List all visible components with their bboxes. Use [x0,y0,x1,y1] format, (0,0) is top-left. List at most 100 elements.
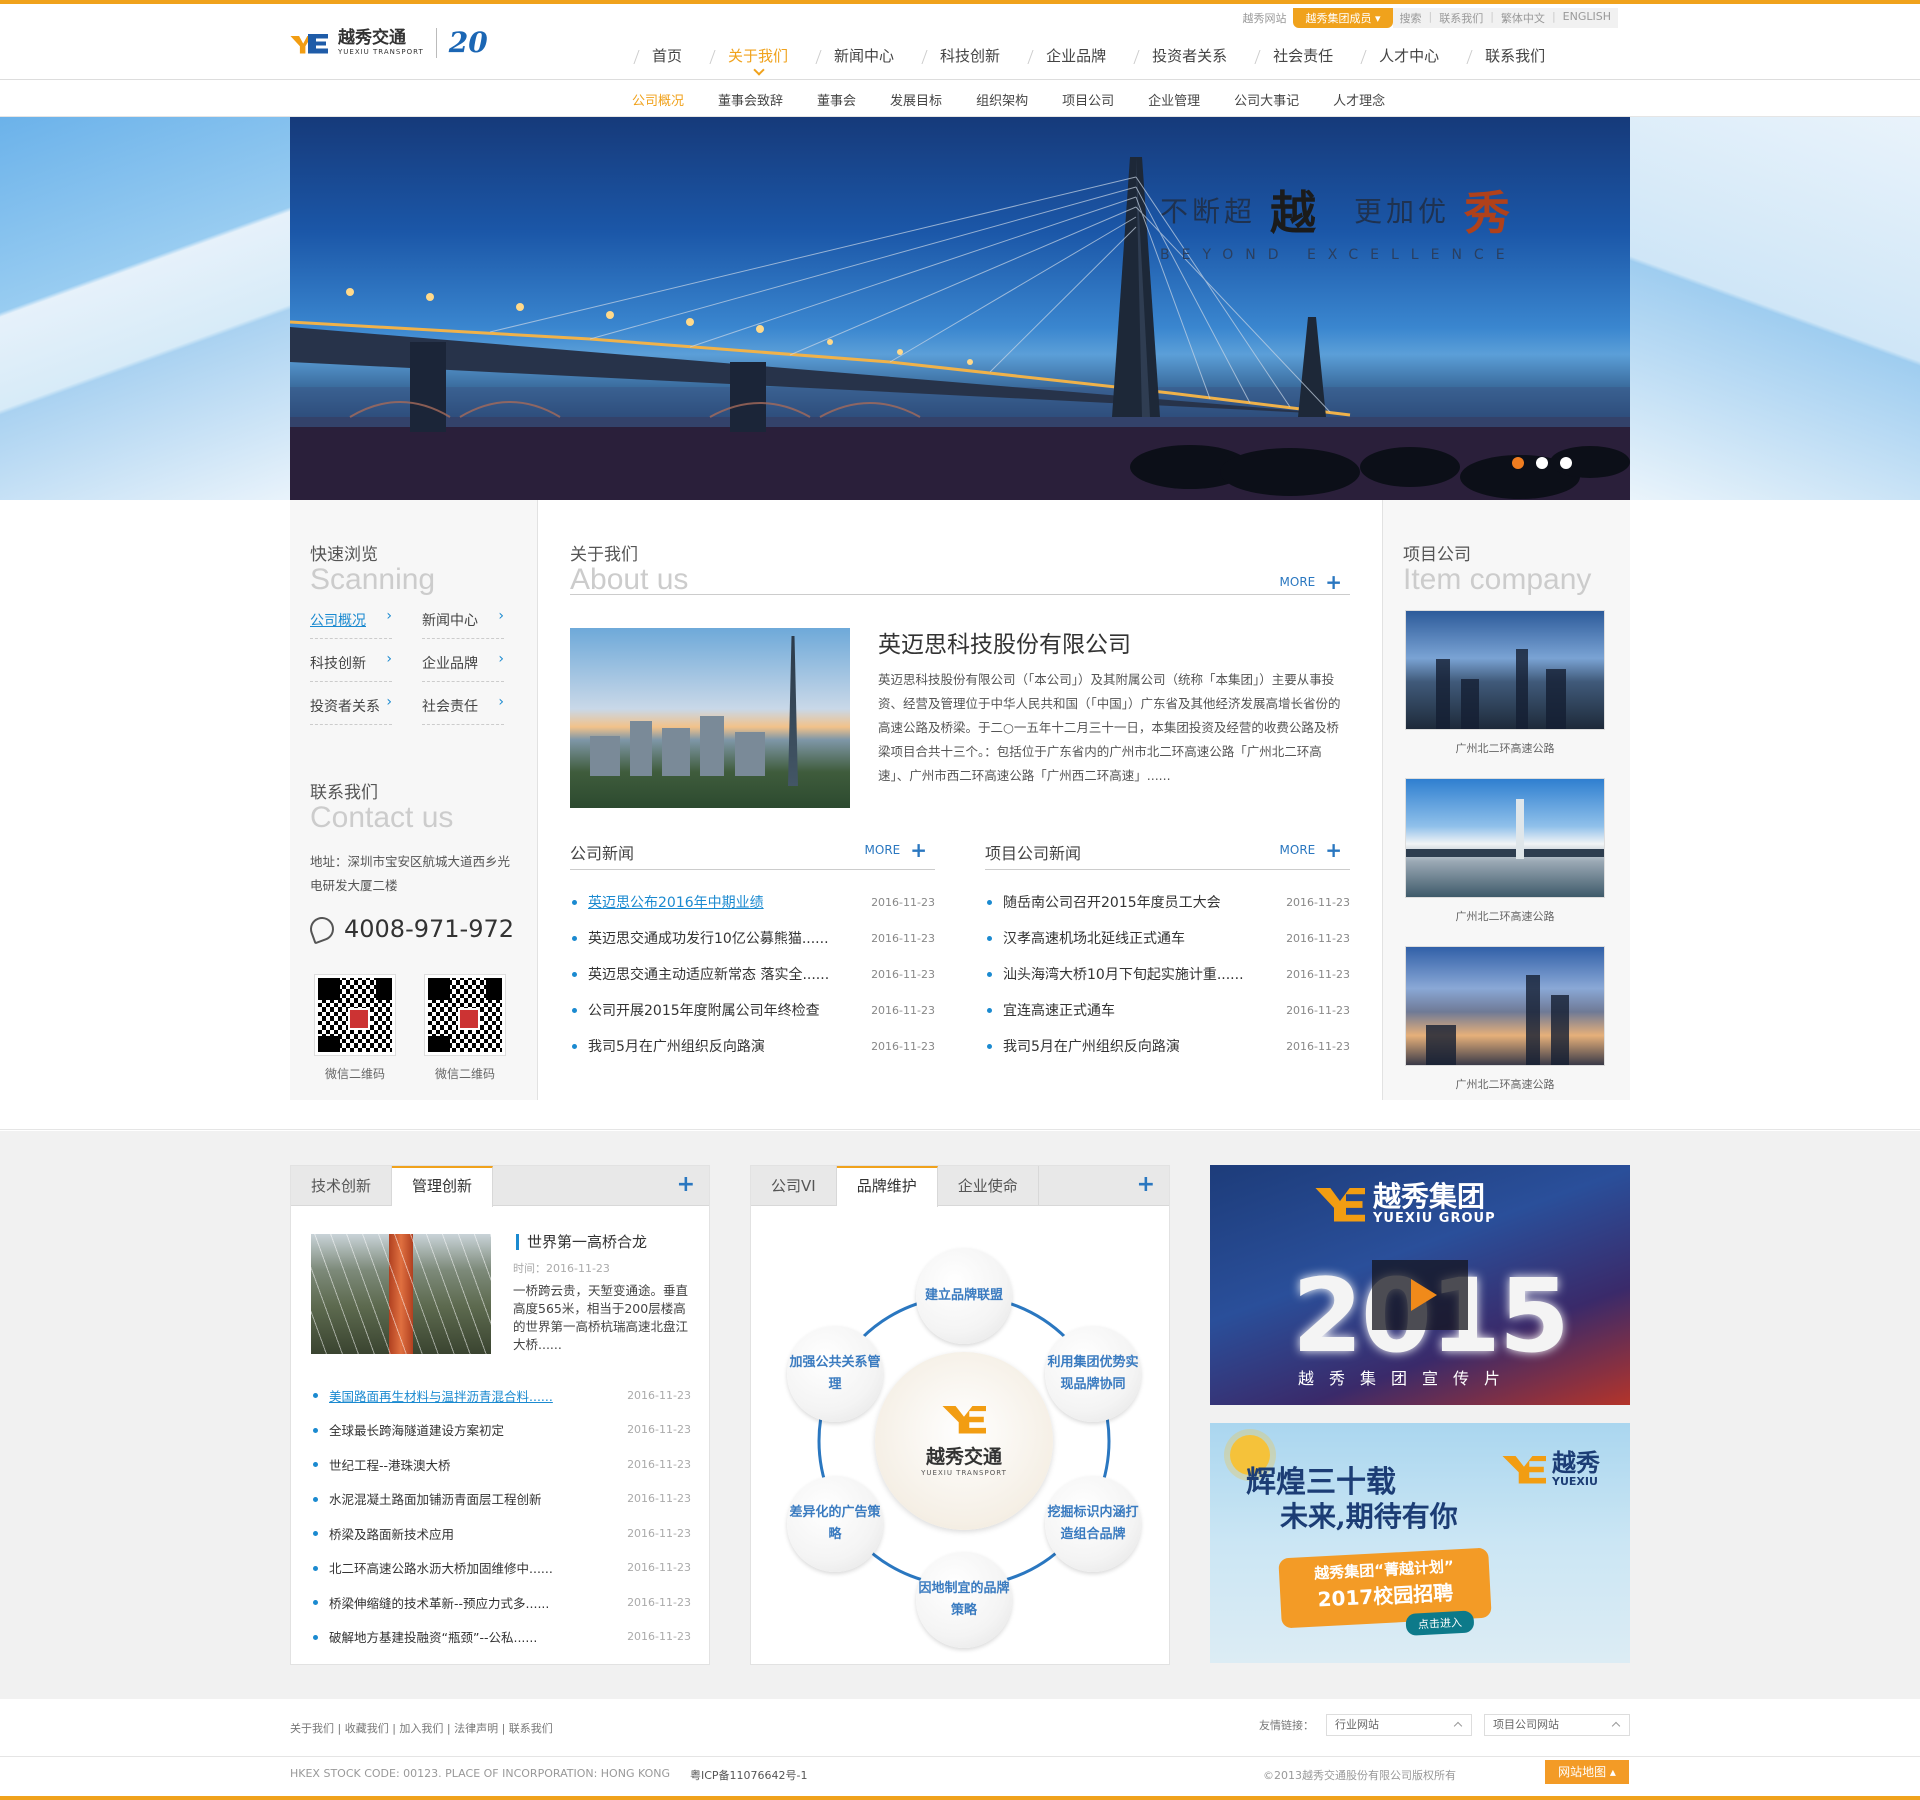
industry-site-select[interactable]: 行业网站 [1326,1714,1472,1736]
subnav-chairman[interactable]: 董事会致辞 [701,90,800,109]
footer-links[interactable]: 关于我们 | 收藏我们 | 加入我们 | 法律声明 | 联系我们 [290,1720,553,1736]
news-item[interactable]: 英迈思公布2016年中期业绩 2016-11-23 [570,884,935,920]
project-card[interactable]: 广州北二环高速公路 [1405,610,1605,756]
about-company-name[interactable]: 英迈思科技股份有限公司 [878,625,1131,659]
brand-node[interactable]: 建立品牌联盟 [916,1248,1012,1344]
news-item[interactable]: 随岳南公司召开2015年度员工大会 2016-11-23 [985,884,1350,920]
recruit-enter-button[interactable]: 点击进入 [1405,1610,1475,1636]
tab-mission[interactable]: 企业使命 [938,1166,1039,1205]
brand-node[interactable]: 挖掘标识内涵打造组合品牌 [1045,1476,1141,1572]
play-icon[interactable] [1372,1260,1468,1330]
list-item[interactable]: 破解地方基建投融资“瓶颈”--公私...... 2016-11-23 [311,1620,691,1655]
nav-tech[interactable]: 科技创新 [918,44,1024,74]
list-item[interactable]: 桥梁伸缩缝的技术革新--预应力式多...... 2016-11-23 [311,1585,691,1620]
anniversary-badge: 20 [448,26,488,59]
logo[interactable]: 越秀交通 YUEXIU TRANSPORT 20 [290,26,488,59]
bridge-illustration [290,157,1630,500]
subnav-goals[interactable]: 发展目标 [873,90,959,109]
project-site-select[interactable]: 项目公司网站 [1484,1714,1630,1736]
plus-icon[interactable]: + [677,1172,695,1197]
nav-about[interactable]: 关于我们 [706,44,812,74]
project-card[interactable]: 广州北二环高速公路 [1405,778,1605,924]
nav-brand[interactable]: 企业品牌 [1024,44,1130,74]
top-link-english[interactable]: ENGLISH [1556,10,1618,26]
carousel-dot[interactable] [1560,457,1572,469]
plus-icon[interactable]: + [1137,1172,1155,1197]
quick-link-investors[interactable]: 投资者关系 [310,694,392,725]
brand-node[interactable]: 因地制宜的品牌策略 [916,1552,1012,1648]
nav-contact[interactable]: 联系我们 [1463,44,1569,74]
quick-link-overview[interactable]: 公司概况 [310,608,392,639]
news-item[interactable]: 我司5月在广州组织反向路演 2016-11-23 [570,1028,935,1064]
top-link-search[interactable]: 搜索 [1393,10,1429,26]
tab-management-innovation[interactable]: 管理创新 [392,1166,494,1207]
news-item[interactable]: 汕头海湾大桥10月下旬起实施计重...... 2016-11-23 [985,956,1350,992]
carousel-dot[interactable] [1536,457,1548,469]
project-news-header: 项目公司新闻 MORE + [985,840,1350,870]
news-item[interactable]: 我司5月在广州组织反向路演 2016-11-23 [985,1028,1350,1064]
subnav-talent[interactable]: 人才理念 [1316,90,1402,109]
news-item[interactable]: 英迈思交通主动适应新常态 落实全...... 2016-11-23 [570,956,935,992]
sitemap-button[interactable]: 网站地图 ▴ [1545,1760,1629,1784]
project-company-title: 项目公司 Item company [1403,540,1591,595]
quick-link-news[interactable]: 新闻中心 [422,608,504,639]
quick-title: 快速浏览 Scanning [310,540,435,595]
brand-node[interactable]: 利用集团优势实现品牌协同 [1045,1326,1141,1422]
friends-label: 友情链接： [1259,1719,1314,1732]
nav-home[interactable]: 首页 [630,44,706,74]
list-item[interactable]: 美国路面再生材料与温拌沥青混合料...... 2016-11-23 [311,1378,691,1413]
news-item[interactable]: 汉孝高速机场北延线正式通车 2016-11-23 [985,920,1350,956]
more-label: MORE [1279,575,1316,589]
brand-node[interactable]: 差异化的广告策略 [787,1476,883,1572]
tech-list: 美国路面再生材料与温拌沥青混合料...... 2016-11-23 全球最长跨海隧… [311,1378,691,1654]
logo-mark-icon [1315,1187,1365,1222]
nav-csr[interactable]: 社会责任 [1251,44,1357,74]
news-item[interactable]: 公司开展2015年度附属公司年终检查 2016-11-23 [570,992,935,1028]
promo-recruit[interactable]: 辉煌三十载 未来,期待有你 越秀 YUEXIU 越秀集团“菁越计划” 2017校… [1210,1423,1630,1663]
carousel-dot[interactable] [1512,457,1524,469]
list-item[interactable]: 世纪工程--港珠澳大桥 2016-11-23 [311,1447,691,1482]
list-item[interactable]: 全球最长跨海隧道建设方案初定 2016-11-23 [311,1413,691,1448]
tab-tech-innovation[interactable]: 技术创新 [291,1166,393,1205]
top-link-traditional[interactable]: 繁体中文 [1494,10,1552,26]
news-item[interactable]: 宜连高速正式通车 2016-11-23 [985,992,1350,1028]
nav-news[interactable]: 新闻中心 [812,44,918,74]
project-news-title: 项目公司新闻 [985,844,1082,863]
feature-image[interactable] [311,1234,491,1354]
slogan-english: BEYOND EXCELLENCE [1160,247,1517,263]
member-dropdown[interactable]: 越秀集团成员 ▾ [1293,8,1393,28]
quick-link-tech[interactable]: 科技创新 [310,651,392,682]
company-news: 公司新闻 MORE + 英迈思公布2016年中期业绩 2016-11-23 英迈思… [570,840,935,1064]
list-item[interactable]: 桥梁及路面新技术应用 2016-11-23 [311,1516,691,1551]
top-link-site[interactable]: 越秀网站 [1235,10,1293,26]
promo-video[interactable]: 越秀集团 YUEXIU GROUP 2015 越秀集团宣传片 [1210,1165,1630,1405]
top-link-contact[interactable]: 联系我们 [1432,10,1490,26]
about-more-link[interactable]: MORE + [1280,572,1342,592]
project-news-more[interactable]: MORE + [1280,840,1342,860]
quick-link-csr[interactable]: 社会责任 [422,694,504,725]
icp-number[interactable]: 粤ICP备11076642号-1 [690,1767,808,1783]
feature-title[interactable]: 世界第一高桥合龙 [516,1234,647,1250]
tab-company-vi[interactable]: 公司VI [751,1166,837,1205]
feature-date: 时间：2016-11-23 [513,1262,610,1275]
list-item[interactable]: 北二环高速公路水沥大桥加固维修中...... 2016-11-23 [311,1551,691,1586]
banner-bridge-image[interactable]: 不断超 越 更加优 秀 BEYOND EXCELLENCE [290,117,1630,500]
nav-careers[interactable]: 人才中心 [1357,44,1463,74]
subnav-structure[interactable]: 组织架构 [959,90,1045,109]
project-card[interactable]: 广州北二环高速公路 [1405,946,1605,1092]
promo-video-brand: 越秀集团 YUEXIU GROUP [1315,1183,1496,1226]
list-item[interactable]: 水泥混凝土路面加铺沥青面层工程创新 2016-11-23 [311,1482,691,1517]
project-image [1405,778,1605,898]
subnav-management[interactable]: 企业管理 [1131,90,1217,109]
about-image[interactable] [570,628,850,808]
subnav-board[interactable]: 董事会 [800,90,873,109]
tab-brand-maintenance[interactable]: 品牌维护 [836,1166,938,1207]
quick-link-brand[interactable]: 企业品牌 [422,651,504,682]
brand-node[interactable]: 加强公共关系管理 [787,1326,883,1422]
subnav-milestones[interactable]: 公司大事记 [1217,90,1316,109]
subnav-overview[interactable]: 公司概况 [615,90,701,109]
news-item[interactable]: 英迈思交通成功发行10亿公募熊猫...... 2016-11-23 [570,920,935,956]
subnav-projects[interactable]: 项目公司 [1045,90,1131,109]
nav-investors[interactable]: 投资者关系 [1130,44,1251,74]
company-news-more[interactable]: MORE + [865,840,927,860]
